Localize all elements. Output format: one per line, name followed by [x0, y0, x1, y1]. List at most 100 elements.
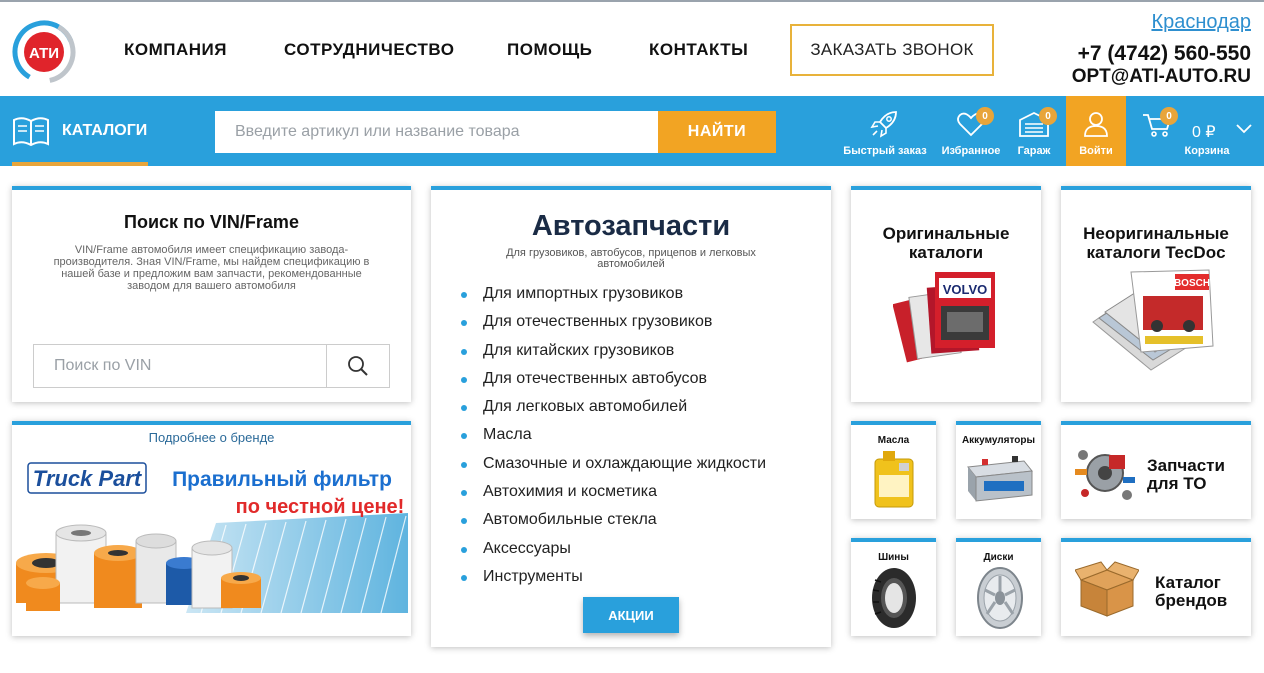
service-parts-category[interactable]: Запчасти для ТО: [1061, 421, 1251, 519]
cart-label: Корзина: [1184, 145, 1230, 157]
oils-category[interactable]: Масла: [851, 421, 936, 519]
login-label: Войти: [1079, 145, 1113, 157]
rocket-icon: [870, 110, 900, 141]
tecdoc-catalogs-card[interactable]: Неоригинальные каталоги TecDoc BOSCH: [1061, 186, 1251, 402]
wheels-label: Диски: [983, 552, 1014, 563]
svg-text:по честной цене!: по честной цене!: [236, 496, 405, 518]
ati-logo[interactable]: АТИ: [11, 20, 77, 84]
catalogs-underline: [12, 162, 148, 166]
favorites-button[interactable]: 0 Избранное: [938, 96, 1004, 166]
cart-count-badge: 0: [1160, 107, 1178, 125]
garage-label: Гараж: [1017, 145, 1051, 157]
vin-input[interactable]: [33, 344, 327, 388]
nav-help[interactable]: ПОМОЩЬ: [507, 40, 592, 60]
favorites-label: Избранное: [941, 145, 1001, 157]
order-call-button[interactable]: ЗАКАЗАТЬ ЗВОНОК: [790, 24, 994, 76]
bullet-icon: [461, 546, 467, 553]
nav-cooperation[interactable]: СОТРУДНИЧЕСТВО: [284, 40, 455, 60]
catalogs-button[interactable]: КАТАЛОГИ: [0, 96, 160, 166]
original-catalogs-card[interactable]: Оригинальные каталоги VOLVO: [851, 186, 1041, 402]
vin-title: Поиск по VIN/Frame: [124, 212, 299, 232]
bullet-icon: [461, 490, 467, 497]
list-item[interactable]: Аксессуары: [461, 535, 766, 563]
brand-banner-card[interactable]: Подробнее о бренде Truck Part Правильный…: [12, 421, 411, 636]
promo-button[interactable]: АКЦИИ: [583, 597, 679, 633]
catalog-books-image: VOLVO: [892, 268, 1003, 373]
bullet-icon: [461, 348, 467, 355]
oil-canister-image: [869, 449, 919, 514]
garage-button[interactable]: 0 Гараж: [1008, 96, 1060, 166]
city-selector[interactable]: Краснодар: [1151, 11, 1251, 34]
oils-label: Масла: [877, 435, 910, 446]
list-item[interactable]: Смазочные и охлаждающие жидкости: [461, 450, 766, 478]
list-item[interactable]: Автохимия и косметика: [461, 478, 766, 506]
nav-contacts[interactable]: КОНТАКТЫ: [649, 40, 748, 60]
list-item[interactable]: Инструменты: [461, 563, 766, 591]
tecdoc-catalogs-title: Неоригинальные каталоги TecDoc: [1083, 224, 1229, 262]
vin-search-button[interactable]: [326, 344, 390, 388]
book-icon: [12, 115, 50, 147]
nav-company[interactable]: КОМПАНИЯ: [124, 40, 227, 60]
brake-parts-image: [1073, 441, 1137, 510]
tecdoc-books-image: BOSCH: [1091, 262, 1221, 377]
svg-text:Truck Part: Truck Part: [33, 466, 143, 491]
svg-text:VOLVO: VOLVO: [943, 282, 988, 297]
cart-total: 0 ₽: [1192, 124, 1216, 141]
bullet-icon: [461, 461, 467, 468]
wheel-rim-image: [974, 566, 1026, 635]
batteries-category[interactable]: Аккумуляторы: [956, 421, 1041, 519]
svg-text:BOSCH: BOSCH: [1174, 278, 1210, 289]
brand-catalog-label: Каталог брендов: [1155, 573, 1228, 610]
list-item[interactable]: Для китайских грузовиков: [461, 337, 766, 365]
quick-order-label: Быстрый заказ: [843, 145, 927, 157]
search-icon: [347, 355, 369, 377]
svg-text:АТИ: АТИ: [29, 45, 59, 62]
battery-image: [964, 453, 1034, 508]
brand-more-link[interactable]: Подробнее о бренде: [12, 430, 411, 445]
find-button[interactable]: НАЙТИ: [658, 111, 776, 153]
email-address[interactable]: OPT@ATI-AUTO.RU: [1072, 66, 1251, 88]
garage-count-badge: 0: [1039, 107, 1057, 125]
chevron-down-icon: [1236, 124, 1252, 137]
bullet-icon: [461, 292, 467, 298]
bullet-icon: [461, 518, 467, 525]
quick-order-button[interactable]: Быстрый заказ: [838, 96, 932, 166]
service-parts-label: Запчасти для ТО: [1147, 456, 1225, 493]
autoparts-card: Автозапчасти Для грузовиков, автобусов, …: [431, 186, 831, 647]
bullet-icon: [461, 320, 467, 327]
bullet-icon: [461, 376, 467, 383]
tires-category[interactable]: Шины: [851, 538, 936, 636]
list-item[interactable]: Автомобильные стекла: [461, 506, 766, 534]
phone-number[interactable]: +7 (4742) 560-550: [1078, 42, 1251, 66]
search-input[interactable]: [215, 111, 659, 153]
list-item[interactable]: Для импортных грузовиков: [461, 280, 766, 308]
wheels-category[interactable]: Диски: [956, 538, 1041, 636]
list-item[interactable]: Для отечественных грузовиков: [461, 308, 766, 336]
favorites-count-badge: 0: [976, 107, 994, 125]
vin-search-card: Поиск по VIN/Frame VIN/Frame автомобиля …: [12, 186, 411, 402]
tires-label: Шины: [878, 552, 909, 563]
list-item[interactable]: Масла: [461, 421, 766, 449]
site-header: АТИ КОМПАНИЯ СОТРУДНИЧЕСТВО ПОМОЩЬ КОНТА…: [0, 2, 1264, 96]
batteries-label: Аккумуляторы: [961, 435, 1036, 446]
catalogs-label: КАТАЛОГИ: [62, 122, 148, 139]
list-item[interactable]: Для отечественных автобусов: [461, 365, 766, 393]
vin-description: VIN/Frame автомобиля имеет спецификацию …: [53, 244, 370, 292]
bullet-icon: [461, 405, 467, 412]
autoparts-subtitle: Для грузовиков, автобусов, прицепов и ле…: [506, 247, 756, 270]
box-icon: [1074, 560, 1140, 623]
bullet-icon: [461, 574, 467, 581]
original-catalogs-title: Оригинальные каталоги: [882, 224, 1010, 262]
autoparts-list: Для импортных грузовиков Для отечественн…: [461, 280, 766, 591]
login-button[interactable]: Войти: [1066, 96, 1126, 166]
tire-image: [869, 566, 919, 635]
list-item[interactable]: Для легковых автомобилей: [461, 393, 766, 421]
truckpart-banner[interactable]: Truck Part Правильный фильтр по честной …: [16, 453, 408, 613]
autoparts-title: Автозапчасти: [531, 210, 731, 242]
brand-catalog-category[interactable]: Каталог брендов: [1061, 538, 1251, 636]
cart-button[interactable]: 0 0 ₽ Корзина: [1134, 96, 1260, 166]
svg-text:Правильный фильтр: Правильный фильтр: [172, 468, 392, 491]
user-icon: [1082, 110, 1110, 141]
bullet-icon: [461, 433, 467, 440]
toolbar: КАТАЛОГИ НАЙТИ Быстрый заказ 0 Избранное…: [0, 96, 1264, 166]
